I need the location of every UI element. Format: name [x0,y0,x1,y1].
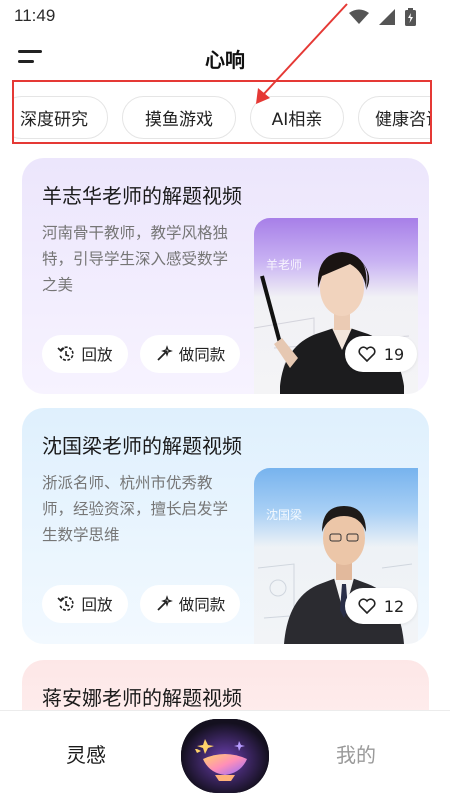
category-chip-deep-research[interactable]: 深度研究 [14,96,108,139]
card-description: 浙派名师、杭州市优秀教师，经验资深，擅长启发学生数学思维 [42,474,229,544]
teacher-video-card[interactable]: 羊志华老师的解题视频 河南骨干教师，教学风格独特，引导学生深入感受数学之美 回放… [22,158,429,394]
bottom-nav: 灵感 我的 [0,710,450,800]
card-title: 沈国梁老师的解题视频 [42,434,242,458]
teacher-video-card[interactable]: 沈国梁老师的解题视频 浙派名师、杭州市优秀教师，经验资深，擅长启发学生数学思维 … [22,408,429,644]
magic-wand-icon [157,345,173,361]
like-button[interactable]: 12 [345,588,417,624]
replay-button[interactable]: 回放 [42,335,128,373]
app-header: 心响 [0,34,450,82]
heart-icon [358,598,376,614]
nav-tab-mine[interactable]: 我的 [336,739,376,768]
category-tabs: 深度研究 摸鱼游戏 AI相亲 健康咨询 [12,80,432,144]
nav-tab-inspiration[interactable]: 灵感 [66,739,106,768]
magic-lamp-icon [181,719,269,793]
page-title: 心响 [205,48,245,72]
status-icons [349,8,416,26]
make-same-button[interactable]: 做同款 [140,335,240,373]
make-same-button[interactable]: 做同款 [140,585,240,623]
thumbnail-caption: 羊老师 [266,258,303,272]
replay-icon [57,346,75,361]
heart-icon [358,346,376,362]
like-count: 19 [383,344,405,364]
like-count: 12 [383,596,405,616]
card-title: 蒋安娜老师的解题视频 [42,686,242,710]
replay-button[interactable]: 回放 [42,585,128,623]
thumbnail-caption: 沈国梁 [266,508,303,522]
status-time: 11:49 [14,6,56,25]
category-chip-fishing-games[interactable]: 摸鱼游戏 [122,96,236,139]
card-description: 河南骨干教师，教学风格独特，引导学生深入感受数学之美 [42,224,229,294]
card-title: 羊志华老师的解题视频 [42,184,242,208]
magic-wand-icon [157,595,173,611]
create-button[interactable] [181,719,269,793]
signal-icon [379,9,395,25]
category-chip-ai-dating[interactable]: AI相亲 [250,96,344,139]
wifi-icon [349,9,369,24]
status-bar: 11:49 [0,0,450,34]
like-button[interactable]: 19 [345,336,417,372]
replay-icon [57,596,75,611]
battery-icon [405,8,416,26]
category-chip-health-consult[interactable]: 健康咨询 [358,96,430,139]
